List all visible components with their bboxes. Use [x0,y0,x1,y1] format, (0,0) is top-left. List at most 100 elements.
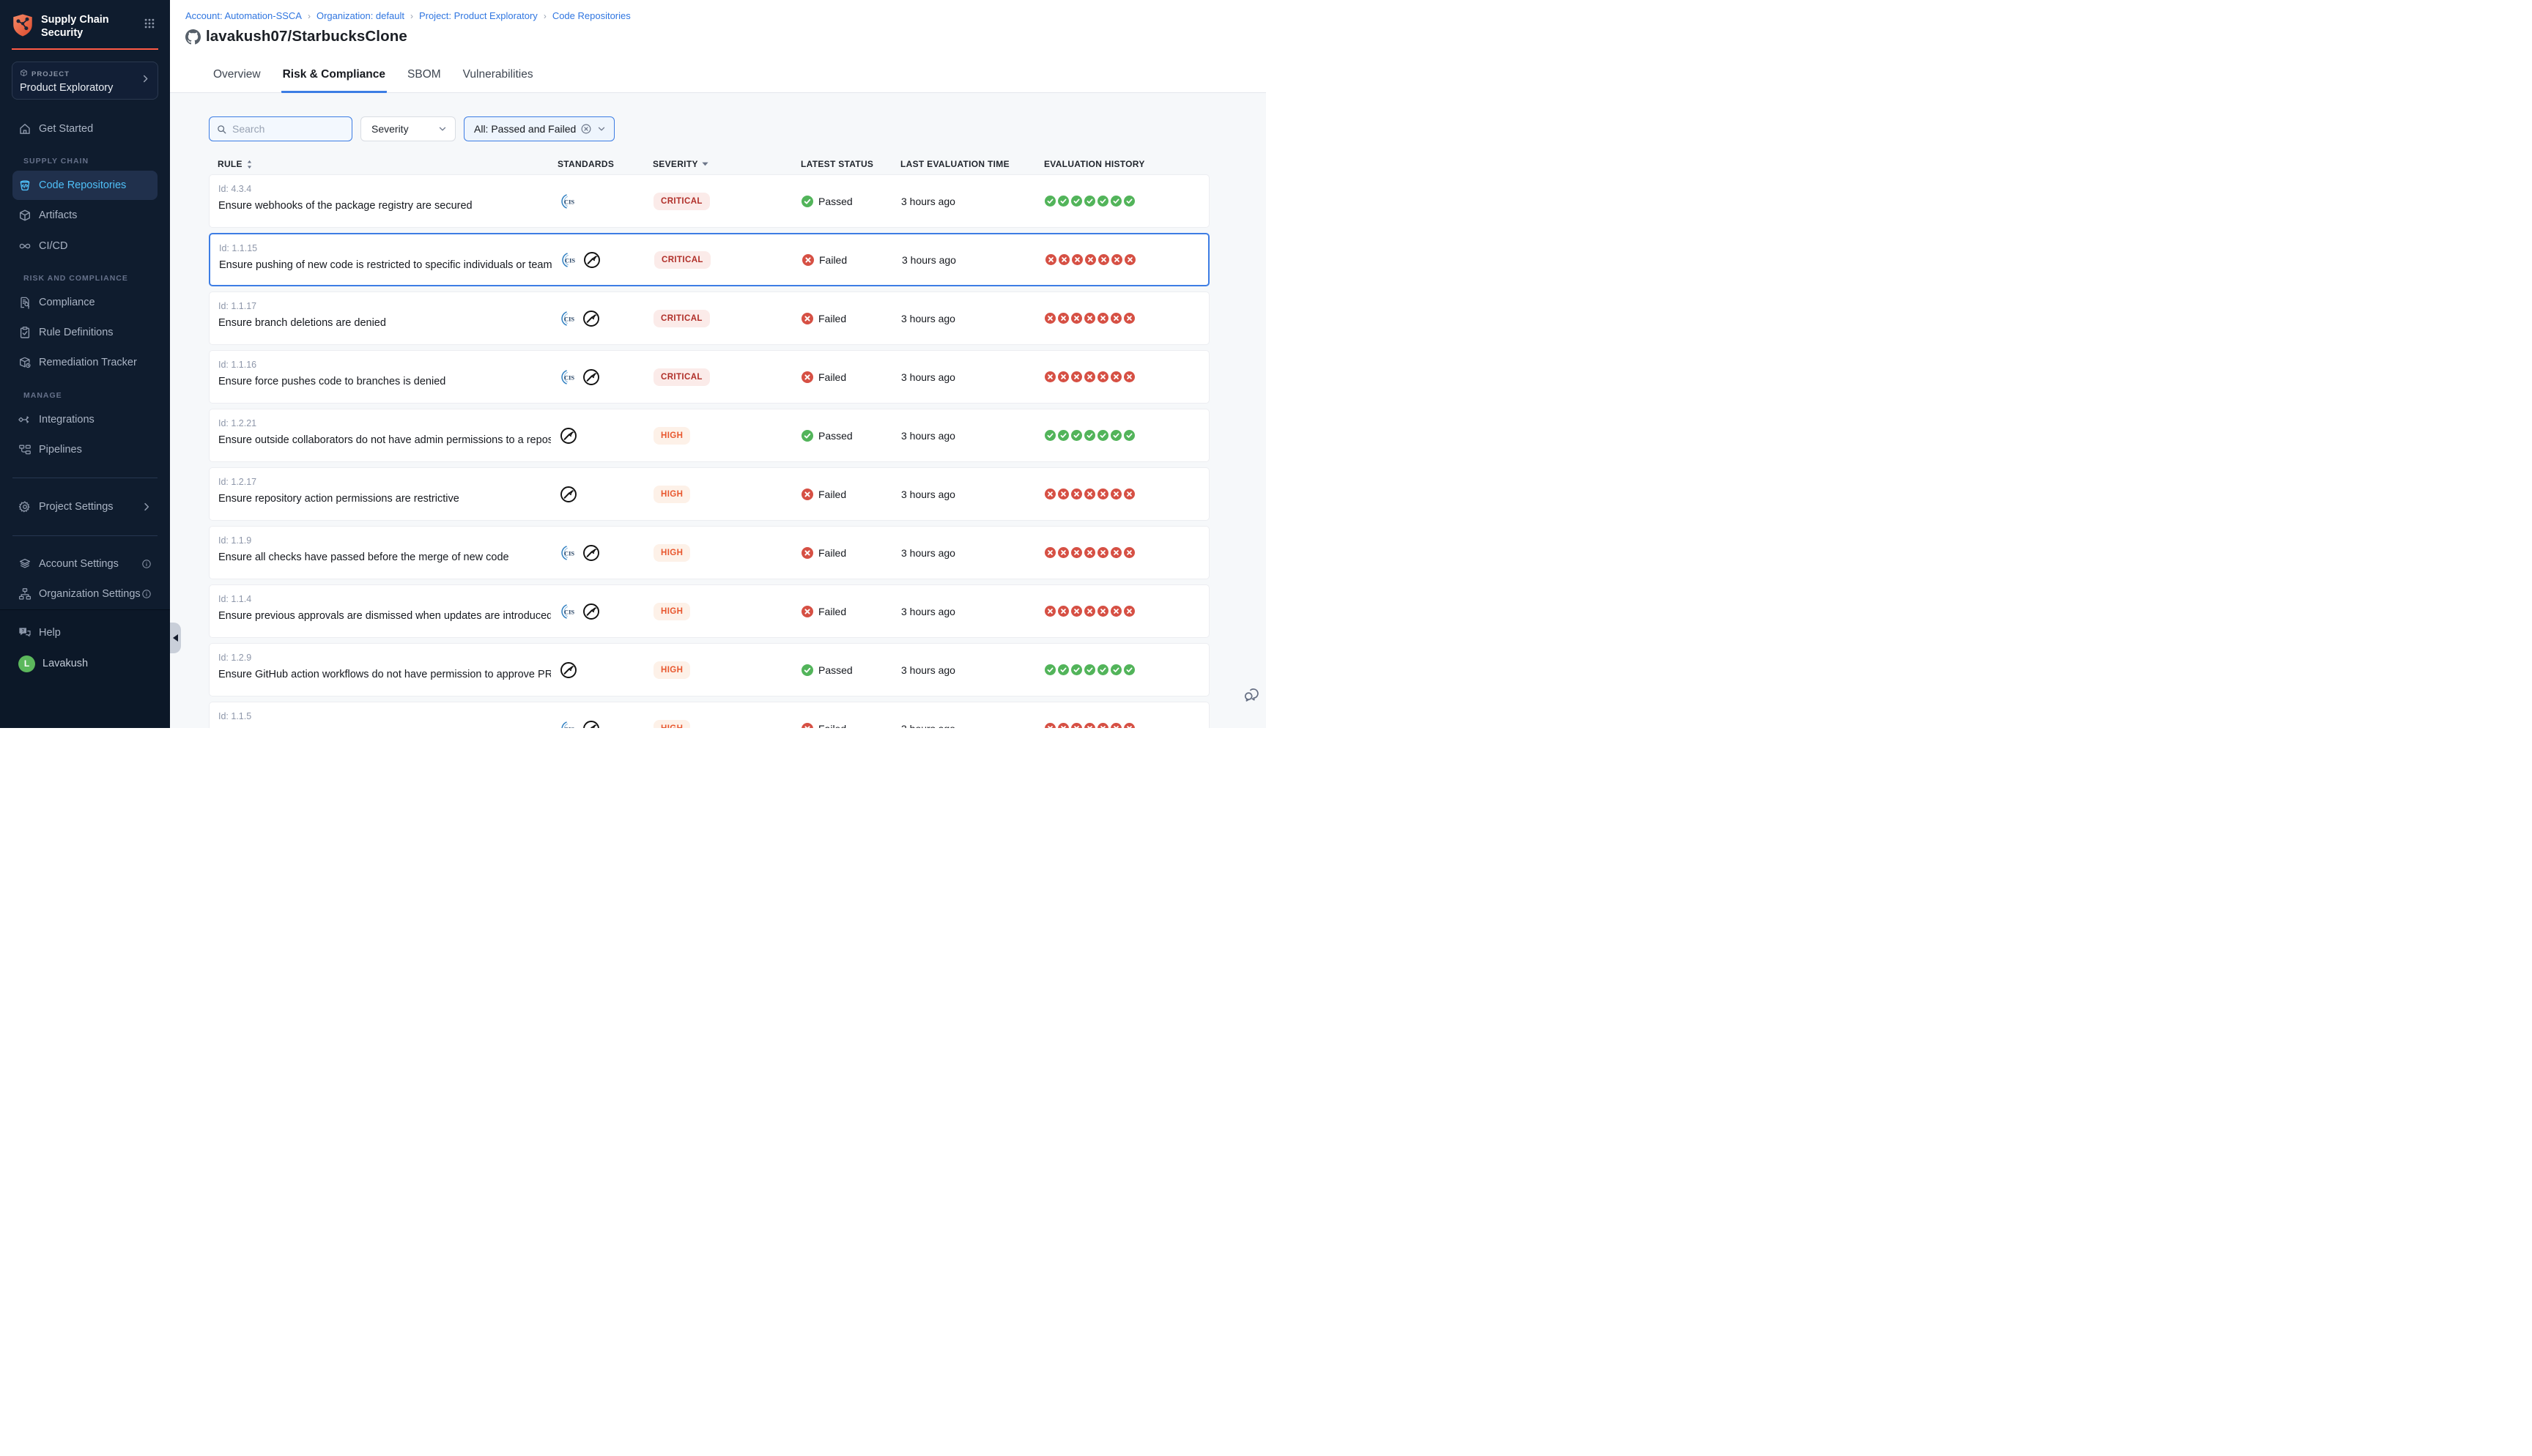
breadcrumb: Account: Automation-SSCA › Organization: d… [185,10,1266,21]
x-circle-icon [1058,313,1069,324]
check-circle-icon [1058,196,1069,207]
user-name: Lavakush [42,658,88,669]
sidebar-item-account-settings[interactable]: Account Settings [12,550,158,579]
table-row[interactable]: Id: 1.2.21 Ensure outside collaborators … [209,409,1210,462]
rule-id: Id: 1.1.16 [218,360,551,370]
evaluation-history [1045,723,1210,728]
tab-risk-compliance[interactable]: Risk & Compliance [281,68,387,93]
severity-filter-dropdown[interactable]: Severity [360,116,456,141]
rule-name: Ensure outside collaborators do not have… [218,434,551,446]
breadcrumb-link[interactable]: Organization: default [316,10,404,21]
evaluation-history [1045,606,1210,617]
table-row[interactable]: Id: 1.1.5 CIS HIGH Failed 3 hours ago [209,702,1210,728]
x-circle-icon [1045,606,1056,617]
sidebar-item-compliance[interactable]: Compliance [12,288,158,316]
chat-support-icon[interactable] [1243,685,1262,704]
table-row[interactable]: Id: 1.1.9 Ensure all checks have passed … [209,526,1210,579]
tab-sbom[interactable]: SBOM [406,68,443,93]
x-circle-icon [1058,547,1069,558]
x-circle-icon [1045,313,1056,324]
x-circle-icon [1111,254,1122,265]
owasp-icon [582,603,600,620]
check-circle-icon [1071,430,1082,441]
table-row[interactable]: Id: 1.1.17 Ensure branch deletions are d… [209,291,1210,345]
column-header-standards: STANDARDS [558,159,653,169]
x-circle-icon [1072,254,1083,265]
search-input[interactable] [232,123,342,135]
sidebar-item-ci-cd[interactable]: CI/CD [12,231,158,260]
clear-filter-icon[interactable] [580,123,592,135]
table-row[interactable]: Id: 1.2.9 Ensure GitHub action workflows… [209,643,1210,697]
latest-status: Failed [802,606,901,617]
sidebar-item-integrations[interactable]: Integrations [12,405,158,434]
sidebar-item-get-started[interactable]: Get Started [12,114,158,143]
sidebar-item-remediation-tracker[interactable]: Remediation Tracker [12,349,158,377]
table-row[interactable]: Id: 1.1.16 Ensure force pushes code to b… [209,350,1210,404]
org-chart-icon [18,587,32,601]
evaluation-history [1045,430,1210,441]
breadcrumb-separator: › [544,11,547,21]
status-label: Failed [818,489,846,500]
latest-status: Failed [802,254,902,266]
sidebar-item-organization-settings[interactable]: Organization Settings [12,580,158,609]
latest-status: Passed [802,664,901,676]
check-circle-icon [1097,664,1108,675]
chevron-right-icon [141,502,152,512]
x-circle-icon [1045,489,1056,499]
x-circle-icon [1097,547,1108,558]
last-evaluation-time: 3 hours ago [901,547,1045,559]
status-label: Failed [818,371,846,383]
check-circle-icon [1124,196,1135,207]
sidebar-item-artifacts[interactable]: Artifacts [12,201,158,230]
passed-check-icon [802,664,813,676]
rules-table-body: Id: 4.3.4 Ensure webhooks of the package… [209,174,1266,728]
table-row[interactable]: Id: 1.1.15 Ensure pushing of new code is… [209,233,1210,286]
svg-text:CIS: CIS [564,316,574,322]
status-label: Failed [818,313,846,324]
column-label: LAST EVALUATION TIME [900,159,1010,169]
column-header-rule[interactable]: RULE [209,159,558,169]
search-box [209,116,352,141]
severity-badge: CRITICAL [654,368,710,386]
severity-badge: CRITICAL [654,310,710,327]
tab-overview[interactable]: Overview [212,68,262,93]
x-circle-icon [1058,723,1069,728]
breadcrumb-link[interactable]: Code Repositories [552,10,631,21]
rule-id: Id: 1.2.17 [218,477,551,487]
sidebar-item-pipelines[interactable]: Pipelines [12,435,158,464]
sort-icon [246,160,253,169]
check-circle-icon [1124,664,1135,675]
column-header-severity[interactable]: SEVERITY [653,159,801,169]
sidebar-item-code-repositories[interactable]: Code Repositories [12,171,158,199]
sidebar: Supply Chain Security PROJECT Product Ex… [0,0,170,728]
x-circle-icon [1124,723,1135,728]
table-row[interactable]: Id: 1.1.4 Ensure previous approvals are … [209,584,1210,638]
sidebar-item-rule-definitions[interactable]: Rule Definitions [12,318,158,346]
failed-x-icon [802,371,813,383]
sidebar-item-label: Get Started [39,123,152,135]
x-circle-icon [1045,547,1056,558]
table-row[interactable]: Id: 4.3.4 Ensure webhooks of the package… [209,174,1210,228]
check-circle-icon [1111,430,1122,441]
tab-vulnerabilities[interactable]: Vulnerabilities [462,68,535,93]
breadcrumb-link[interactable]: Project: Product Exploratory [419,10,538,21]
latest-status: Failed [802,547,901,559]
breadcrumb-link[interactable]: Account: Automation-SSCA [185,10,302,21]
standards-cell: CIS [558,368,654,386]
owasp-icon [560,427,577,445]
project-selector[interactable]: PROJECT Product Exploratory [12,62,158,100]
sidebar-item-label: Pipelines [39,444,152,456]
pipelines-icon [18,443,32,456]
search-icon [216,124,227,135]
sidebar-item-project-settings[interactable]: Project Settings [12,492,158,521]
sidebar-collapse-handle[interactable] [170,623,181,653]
x-circle-icon [1071,371,1082,382]
check-circle-icon [1058,664,1069,675]
nav-section-heading: RISK AND COMPLIANCE [23,274,170,283]
module-grid-icon[interactable] [144,18,158,32]
infinity-icon [18,239,32,253]
sidebar-item-help[interactable]: ? Help [12,618,158,647]
user-menu[interactable]: L Lavakush [0,648,170,679]
table-row[interactable]: Id: 1.2.17 Ensure repository action perm… [209,467,1210,521]
status-filter-dropdown[interactable]: All: Passed and Failed [464,116,615,141]
